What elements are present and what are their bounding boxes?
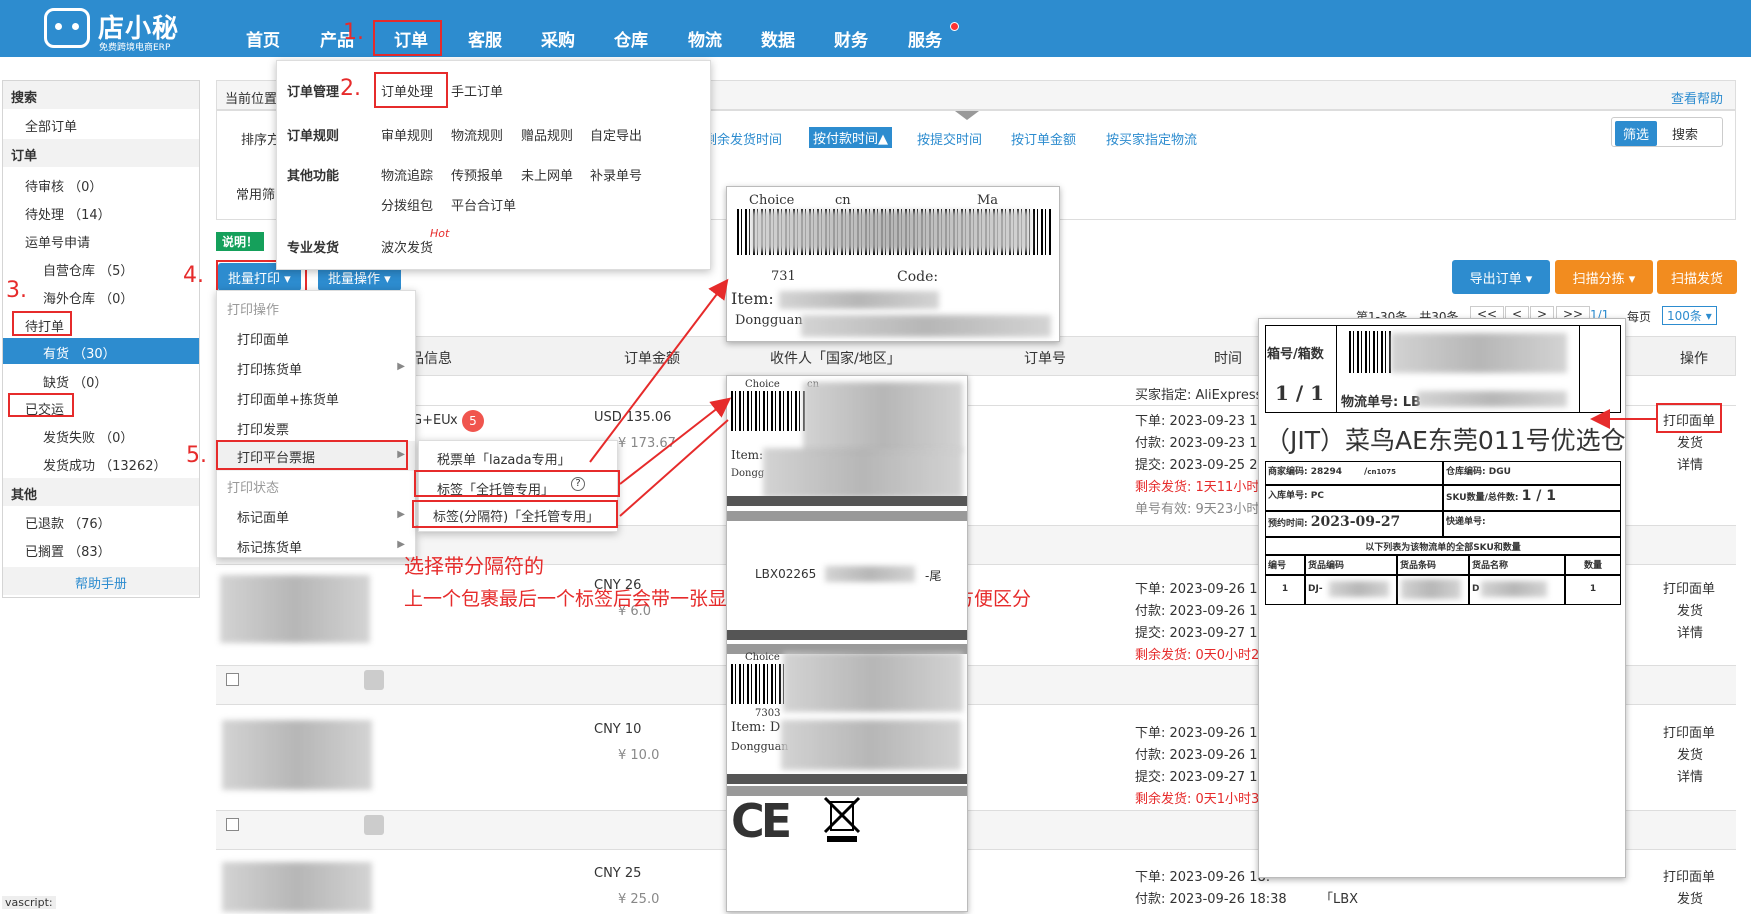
arrow-to-top-label [589, 278, 729, 463]
annotation-arrows [589, 278, 1656, 517]
arrow-to-strip-label [619, 397, 732, 485]
arrow-to-strip-label-2 [619, 419, 729, 517]
